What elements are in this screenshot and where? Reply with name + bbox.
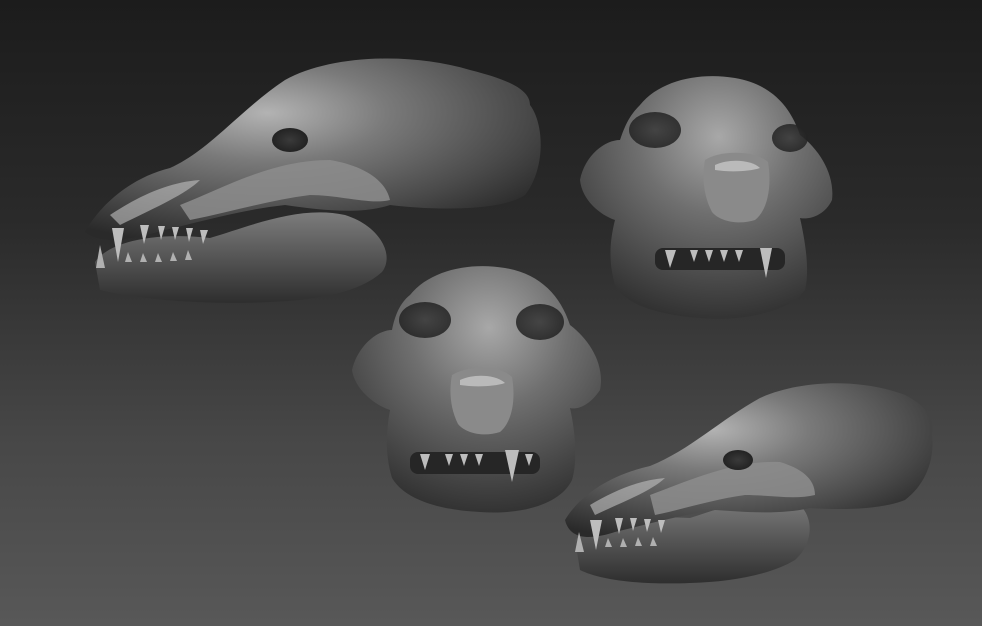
skull-front-view-right	[580, 76, 833, 319]
render-viewport	[0, 0, 982, 626]
eye-socket	[723, 450, 753, 470]
eye-socket-right	[516, 304, 564, 340]
eye-socket-right	[772, 124, 808, 152]
skull-side-view-bottom	[565, 383, 933, 584]
skull-render-canvas	[85, 58, 933, 584]
skull-side-view-left	[85, 58, 541, 303]
eye-socket	[272, 128, 308, 152]
eye-socket-left	[399, 302, 451, 338]
skull-front-view-center	[352, 266, 601, 513]
eye-socket-left	[629, 112, 681, 148]
cranium-front	[580, 76, 833, 319]
